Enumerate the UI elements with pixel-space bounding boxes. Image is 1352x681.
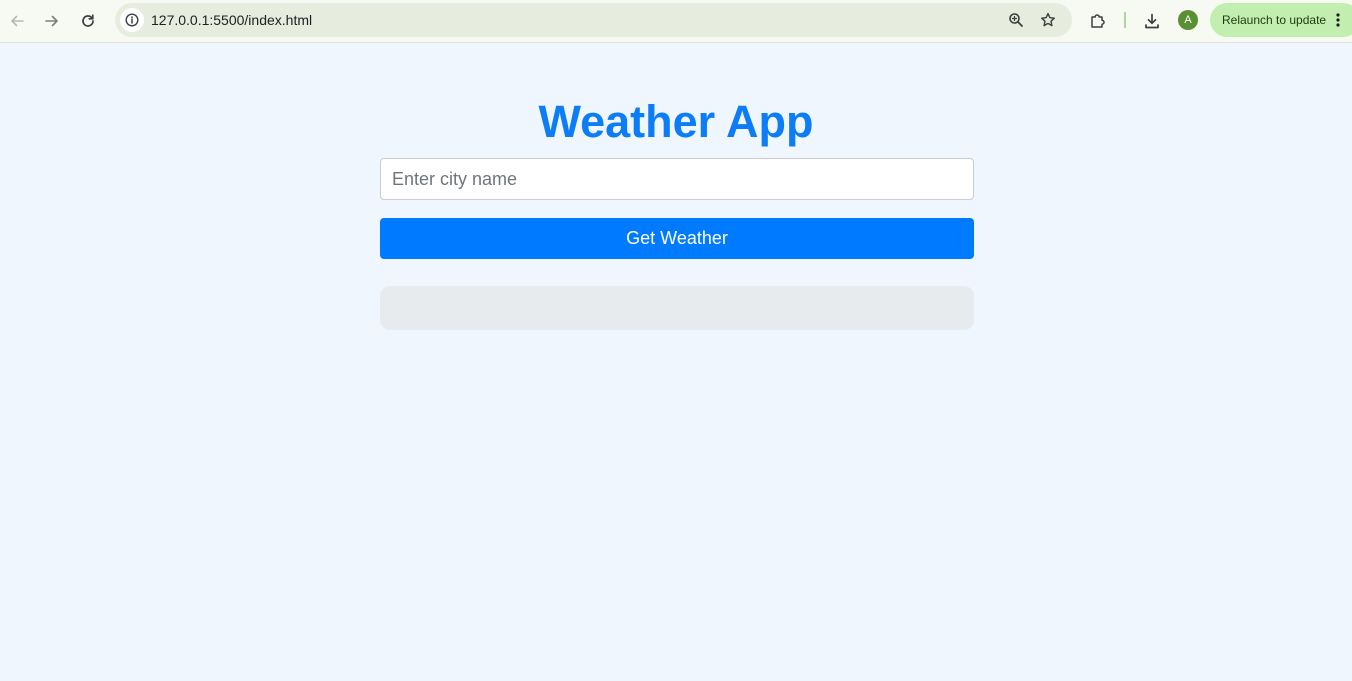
back-arrow-icon: [11, 15, 24, 27]
address-bar[interactable]: 127.0.0.1:5500/index.html: [115, 3, 1072, 37]
weather-result-panel: [380, 286, 974, 330]
relaunch-to-update-button[interactable]: Relaunch to update: [1210, 3, 1352, 37]
site-info-button[interactable]: [120, 8, 144, 32]
forward-button[interactable]: [37, 6, 67, 36]
profile-avatar[interactable]: A: [1178, 10, 1198, 30]
bookmark-button[interactable]: [1037, 9, 1059, 31]
toolbar-divider: [1124, 12, 1126, 28]
more-vert-icon: [1336, 13, 1340, 27]
relaunch-label: Relaunch to update: [1222, 13, 1327, 27]
city-search-input[interactable]: [380, 158, 974, 200]
extensions-button[interactable]: [1083, 6, 1113, 36]
zoom-button[interactable]: [1005, 9, 1027, 31]
url-text[interactable]: 127.0.0.1:5500/index.html: [151, 12, 312, 28]
star-icon: [1041, 12, 1055, 27]
page-title: Weather App: [538, 96, 814, 147]
puzzle-icon: [1091, 14, 1105, 28]
download-icon: [1145, 13, 1159, 29]
downloads-button[interactable]: [1137, 6, 1167, 36]
browser-toolbar: 127.0.0.1:5500/index.html A Relaunch to …: [0, 0, 1352, 43]
reload-icon: [82, 14, 94, 27]
forward-arrow-icon: [45, 15, 58, 27]
get-weather-button[interactable]: Get Weather: [380, 218, 974, 259]
zoom-icon: [1009, 13, 1023, 27]
reload-button[interactable]: [73, 6, 103, 36]
info-icon: [125, 13, 139, 27]
back-button[interactable]: [2, 6, 32, 36]
browser-menu-button[interactable]: [1332, 12, 1344, 28]
